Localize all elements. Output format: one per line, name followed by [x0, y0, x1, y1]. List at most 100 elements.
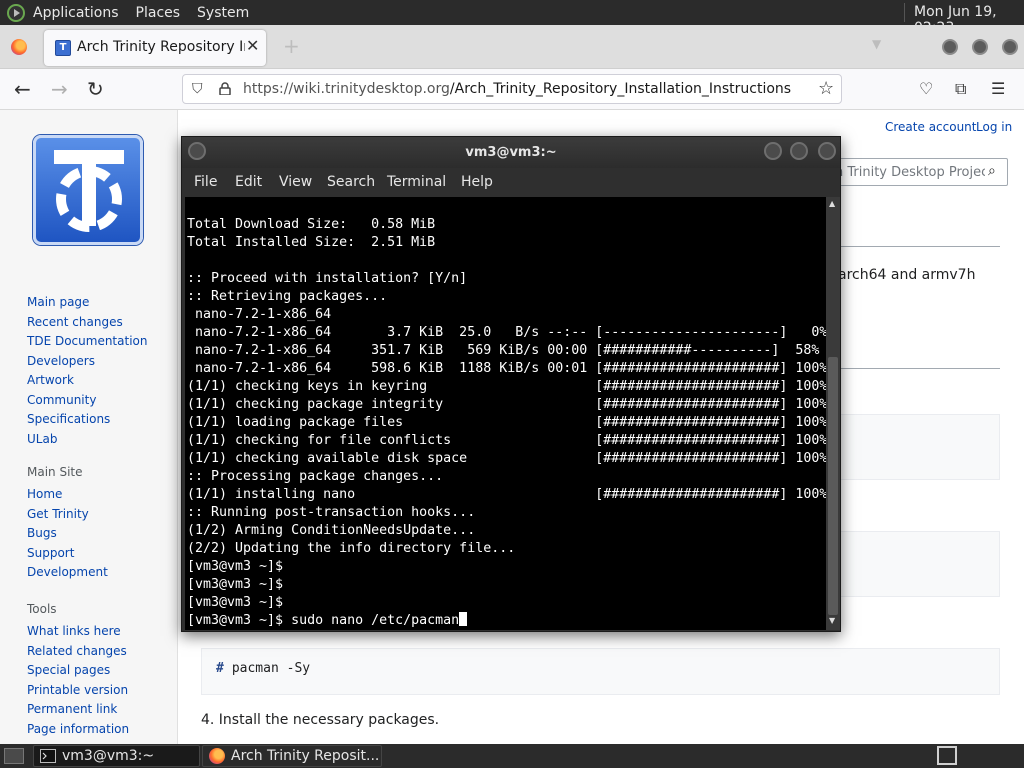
maximize-icon[interactable]: [790, 142, 808, 160]
terminal-screen[interactable]: Total Download Size: 0.58 MiB Total Inst…: [185, 197, 826, 630]
sidebar-item-bugs[interactable]: Bugs: [27, 524, 108, 544]
browser-tab-active[interactable]: T Arch Trinity Repository Insta ✕: [44, 30, 266, 66]
trinity-favicon-icon: T: [55, 40, 71, 56]
log-in-link[interactable]: Log in: [976, 120, 1012, 134]
root-prompt: #: [216, 661, 224, 676]
sidebar-item-tde-documentation[interactable]: TDE Documentation: [27, 332, 147, 352]
search-icon[interactable]: ⌕: [988, 163, 996, 179]
sidebar-item-ulab[interactable]: ULab: [27, 430, 147, 450]
sidebar-item-artwork[interactable]: Artwork: [27, 371, 147, 391]
applications-menu[interactable]: Applications: [33, 5, 119, 21]
sidebar-item-support[interactable]: Support: [27, 544, 108, 564]
top-panel: Applications Places System Mon Jun 19, 0…: [0, 0, 1024, 36]
scroll-thumb[interactable]: [828, 357, 838, 615]
browser-nav-bar: ← → ↻ ⛉ https://wiki.trinitydesktop.org/…: [0, 69, 1024, 110]
pacman-sy-command: # pacman -Sy: [216, 661, 310, 676]
terminal-menubar: File Edit View Search Terminal Help: [182, 168, 840, 196]
trinity-menu-icon[interactable]: [7, 3, 25, 22]
system-menu[interactable]: System: [197, 5, 249, 21]
sidebar-item-get-trinity[interactable]: Get Trinity: [27, 505, 108, 525]
terminal-scrollbar[interactable]: ▲ ▼: [826, 197, 840, 630]
close-icon[interactable]: [818, 142, 836, 160]
scroll-down-icon[interactable]: ▼: [829, 616, 835, 625]
forward-icon[interactable]: →: [51, 77, 68, 101]
list-all-tabs-icon[interactable]: ▼: [872, 37, 881, 51]
terminal-title: vm3@vm3:~: [465, 145, 557, 160]
app-menu-icon[interactable]: ☰: [991, 79, 1005, 98]
tracking-protection-icon[interactable]: ⛉: [192, 81, 203, 97]
back-icon[interactable]: ←: [14, 77, 31, 101]
pocket-icon[interactable]: ♡: [919, 79, 933, 98]
sidebar-item-development[interactable]: Development: [27, 563, 108, 583]
terminal-titlebar[interactable]: vm3@vm3:~: [182, 137, 840, 168]
menu-edit[interactable]: Edit: [235, 174, 262, 190]
step-4-text: 4. Install the necessary packages.: [201, 712, 440, 728]
url-path: /Arch_Trinity_Repository_Installation_In…: [449, 81, 792, 97]
sidebar-item-what-links-here[interactable]: What links here: [27, 622, 129, 642]
browser-tab-bar: T Arch Trinity Repository Insta ✕ + ▼: [0, 25, 1024, 69]
sidebar-heading-main-site: Main Site: [27, 465, 83, 479]
divider: [840, 246, 1000, 247]
url-host: https://wiki.trinitydesktop.org: [243, 81, 450, 97]
taskbar-item-terminal[interactable]: vm3@vm3:~: [33, 745, 200, 767]
minimize-window-icon[interactable]: [942, 39, 958, 55]
tab-close-icon[interactable]: ✕: [246, 36, 259, 55]
code-block: [840, 531, 1000, 597]
sidebar-item-special-pages[interactable]: Special pages: [27, 661, 129, 681]
tab-title: Arch Trinity Repository Insta: [77, 39, 245, 55]
sidebar-item-page-information[interactable]: Page information: [27, 720, 129, 740]
taskbar-label: vm3@vm3:~: [62, 748, 155, 764]
reload-icon[interactable]: ↻: [87, 77, 104, 101]
close-window-icon[interactable]: [1002, 39, 1018, 55]
sidebar-item-community[interactable]: Community: [27, 391, 147, 411]
panel-divider: [904, 3, 905, 22]
sidebar-tools: Tools What links here Related changes Sp…: [27, 602, 129, 739]
scroll-up-icon[interactable]: ▲: [829, 199, 835, 208]
firefox-view-icon[interactable]: [11, 39, 27, 55]
sidebar-item-printable-version[interactable]: Printable version: [27, 681, 129, 701]
taskbar-item-firefox[interactable]: Arch Trinity Reposit...: [202, 745, 382, 767]
sidebar-item-developers[interactable]: Developers: [27, 352, 147, 372]
system-tray-icon[interactable]: [937, 746, 957, 765]
minimize-icon[interactable]: [764, 142, 782, 160]
trinity-logo[interactable]: [33, 135, 143, 245]
menu-terminal[interactable]: Terminal: [387, 174, 446, 190]
sidebar-item-specifications[interactable]: Specifications: [27, 410, 147, 430]
sidebar-item-recent-changes[interactable]: Recent changes: [27, 313, 147, 333]
command-text: pacman -Sy: [231, 661, 311, 676]
code-block-pacman-sy: [201, 648, 1000, 695]
terminal-window[interactable]: vm3@vm3:~ File Edit View Search Terminal…: [181, 136, 841, 632]
taskbar-label: Arch Trinity Reposit...: [231, 748, 380, 764]
wiki-search-input[interactable]: h Trinity Desktop Project ⌕: [830, 158, 1008, 186]
extensions-icon[interactable]: ⧉: [955, 79, 966, 99]
new-tab-button[interactable]: +: [283, 34, 300, 58]
text-cursor: [459, 612, 468, 626]
sidebar-item-main-page[interactable]: Main page: [27, 293, 147, 313]
code-block: [840, 414, 1000, 480]
sidebar-item-related-changes[interactable]: Related changes: [27, 642, 129, 662]
firefox-icon: [209, 748, 225, 764]
terminal-icon: [40, 749, 56, 763]
arch-support-text: arch64 and armv7h: [838, 267, 976, 283]
taskbar: vm3@vm3:~ Arch Trinity Reposit...: [0, 744, 1024, 768]
sidebar-navigation: Main page Recent changes TDE Documentati…: [27, 293, 147, 449]
url-bar[interactable]: ⛉ https://wiki.trinitydesktop.org/Arch_T…: [182, 74, 842, 104]
create-account-link[interactable]: Create account: [885, 120, 977, 134]
terminal-output: Total Download Size: 0.58 MiB Total Inst…: [187, 217, 826, 628]
sidebar-item-permanent-link[interactable]: Permanent link: [27, 700, 129, 720]
show-desktop-icon[interactable]: [4, 748, 24, 764]
menu-view[interactable]: View: [279, 174, 312, 190]
bookmark-star-icon[interactable]: ☆: [818, 78, 834, 99]
menu-search[interactable]: Search: [327, 174, 375, 190]
sidebar-heading-tools: Tools: [27, 602, 57, 616]
divider: [840, 368, 1000, 369]
lock-icon[interactable]: [219, 82, 231, 95]
maximize-window-icon[interactable]: [972, 39, 988, 55]
places-menu[interactable]: Places: [136, 5, 181, 21]
search-placeholder: h Trinity Desktop Project: [835, 165, 985, 180]
url-text[interactable]: https://wiki.trinitydesktop.org/Arch_Tri…: [243, 81, 791, 97]
sidebar-item-home[interactable]: Home: [27, 485, 108, 505]
sidebar-main-site: Main Site Home Get Trinity Bugs Support …: [27, 465, 108, 583]
menu-file[interactable]: File: [194, 174, 217, 190]
menu-help[interactable]: Help: [461, 174, 493, 190]
